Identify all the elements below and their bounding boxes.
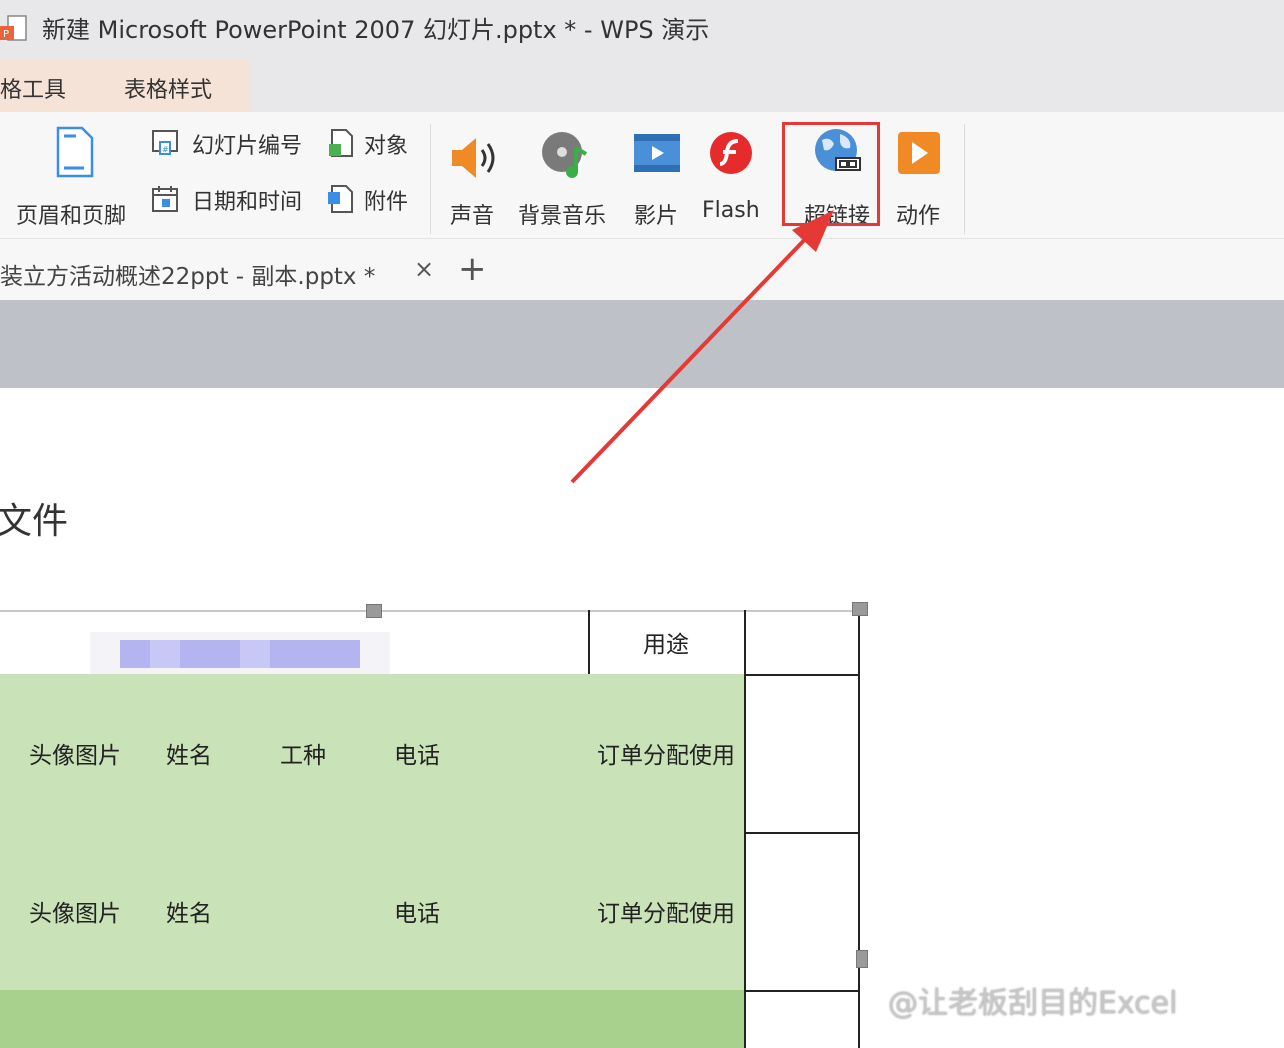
- slide-number-button[interactable]: # 幻灯片编号: [150, 126, 320, 162]
- table-row2-phone[interactable]: 电话: [360, 832, 476, 992]
- table-row1-usage[interactable]: 订单分配使用: [588, 674, 746, 834]
- window-title: 新建 Microsoft PowerPoint 2007 幻灯片.pptx * …: [42, 16, 710, 44]
- sound-button[interactable]: 声音: [442, 122, 506, 229]
- header-footer-label: 页眉和页脚: [16, 204, 127, 229]
- film-icon: [634, 134, 680, 172]
- table-row2-usage[interactable]: 订单分配使用: [588, 832, 746, 992]
- table-cell[interactable]: [18, 990, 590, 1048]
- document-tab-bar: 装立方活动概述22ppt - 副本.pptx * × +: [0, 238, 1284, 300]
- header-footer-button[interactable]: 页眉和页脚: [10, 122, 140, 229]
- object-label: 对象: [364, 134, 409, 159]
- object-icon: [329, 129, 353, 157]
- highlight-box: [782, 122, 880, 226]
- watermark-text: @让老板刮目的Excel: [888, 986, 1178, 1021]
- table-cell[interactable]: [474, 832, 590, 992]
- object-button[interactable]: 对象: [326, 126, 422, 162]
- table-cell[interactable]: [474, 674, 590, 834]
- slide-heading[interactable]: 文件: [0, 492, 68, 544]
- table-row1-name[interactable]: 姓名: [132, 674, 248, 834]
- action-label: 动作: [896, 204, 941, 229]
- action-button[interactable]: 动作: [888, 122, 952, 229]
- table-row2-job[interactable]: [246, 832, 362, 992]
- tab-table-tools[interactable]: 格工具: [0, 72, 66, 104]
- slide-number-icon: #: [152, 130, 178, 155]
- background-music-label: 背景音乐: [518, 204, 607, 229]
- table-cell[interactable]: [744, 674, 860, 834]
- date-time-button[interactable]: 日期和时间: [150, 182, 320, 218]
- slide-canvas[interactable]: 文件 用途 头像图片 姓名 工种 电话 订单分配使用 头像图片 姓名 电话 订单…: [0, 388, 1284, 1048]
- ribbon-separator: [964, 124, 965, 234]
- resize-handle[interactable]: [856, 950, 868, 968]
- attachment-icon: [328, 185, 353, 213]
- background-music-button[interactable]: 背景音乐: [516, 122, 616, 229]
- action-play-icon: [898, 132, 940, 174]
- document-tab[interactable]: 装立方活动概述22ppt - 副本.pptx *: [0, 257, 375, 291]
- attachment-label: 附件: [364, 190, 409, 215]
- table-cell[interactable]: [0, 832, 20, 992]
- tab-table-style[interactable]: 表格样式: [124, 72, 212, 104]
- table-row2-avatar[interactable]: 头像图片: [18, 832, 134, 992]
- resize-handle[interactable]: [852, 602, 868, 616]
- table-header-usage[interactable]: 用途: [588, 610, 746, 676]
- wps-presentation-icon: P: [0, 15, 27, 41]
- table-cell[interactable]: [0, 674, 20, 834]
- resize-handle[interactable]: [366, 604, 382, 618]
- speaker-icon: [452, 138, 495, 178]
- table-row1-phone[interactable]: 电话: [360, 674, 476, 834]
- table-cell[interactable]: [588, 990, 746, 1048]
- context-tab-group: 格工具 表格样式: [0, 60, 250, 112]
- sound-label: 声音: [450, 204, 495, 229]
- table-row1-avatar[interactable]: 头像图片: [18, 674, 134, 834]
- new-tab-icon[interactable]: +: [458, 249, 487, 289]
- movie-label: 影片: [634, 204, 679, 229]
- title-bar: P 新建 Microsoft PowerPoint 2007 幻灯片.pptx …: [0, 0, 1284, 60]
- flash-label: Flash: [702, 198, 760, 223]
- slide-number-label: 幻灯片编号: [192, 134, 303, 159]
- workspace-band: [0, 300, 1284, 388]
- table-row2-name[interactable]: 姓名: [132, 832, 248, 992]
- blurred-text: [90, 632, 390, 676]
- ribbon-separator: [430, 124, 431, 234]
- table-row1-job[interactable]: 工种: [246, 674, 362, 834]
- music-disc-icon: [542, 132, 588, 178]
- svg-text:P: P: [3, 29, 9, 40]
- ribbon-tab-row: 格工具 表格样式: [0, 60, 1284, 112]
- slide-table[interactable]: 用途 头像图片 姓名 工种 电话 订单分配使用 头像图片 姓名 电话 订单分配使…: [0, 602, 868, 1048]
- calendar-icon: [152, 186, 178, 212]
- close-tab-icon[interactable]: ×: [414, 255, 434, 283]
- table-header-cell[interactable]: [744, 610, 860, 676]
- attachment-button[interactable]: 附件: [326, 182, 422, 218]
- table-cell[interactable]: [744, 990, 860, 1048]
- flash-button[interactable]: Flash: [700, 122, 770, 228]
- table-cell[interactable]: [0, 990, 20, 1048]
- ribbon-insert-panel: 页眉和页脚 # 幻灯片编号 日期和时间 对象 附件 声音 背景音乐 影片 Fla…: [0, 112, 1284, 238]
- flash-icon: [710, 132, 752, 174]
- date-time-label: 日期和时间: [192, 190, 303, 215]
- table-cell[interactable]: [744, 832, 860, 992]
- header-footer-icon: [56, 126, 94, 178]
- svg-text:#: #: [162, 145, 169, 154]
- movie-button[interactable]: 影片: [626, 122, 690, 229]
